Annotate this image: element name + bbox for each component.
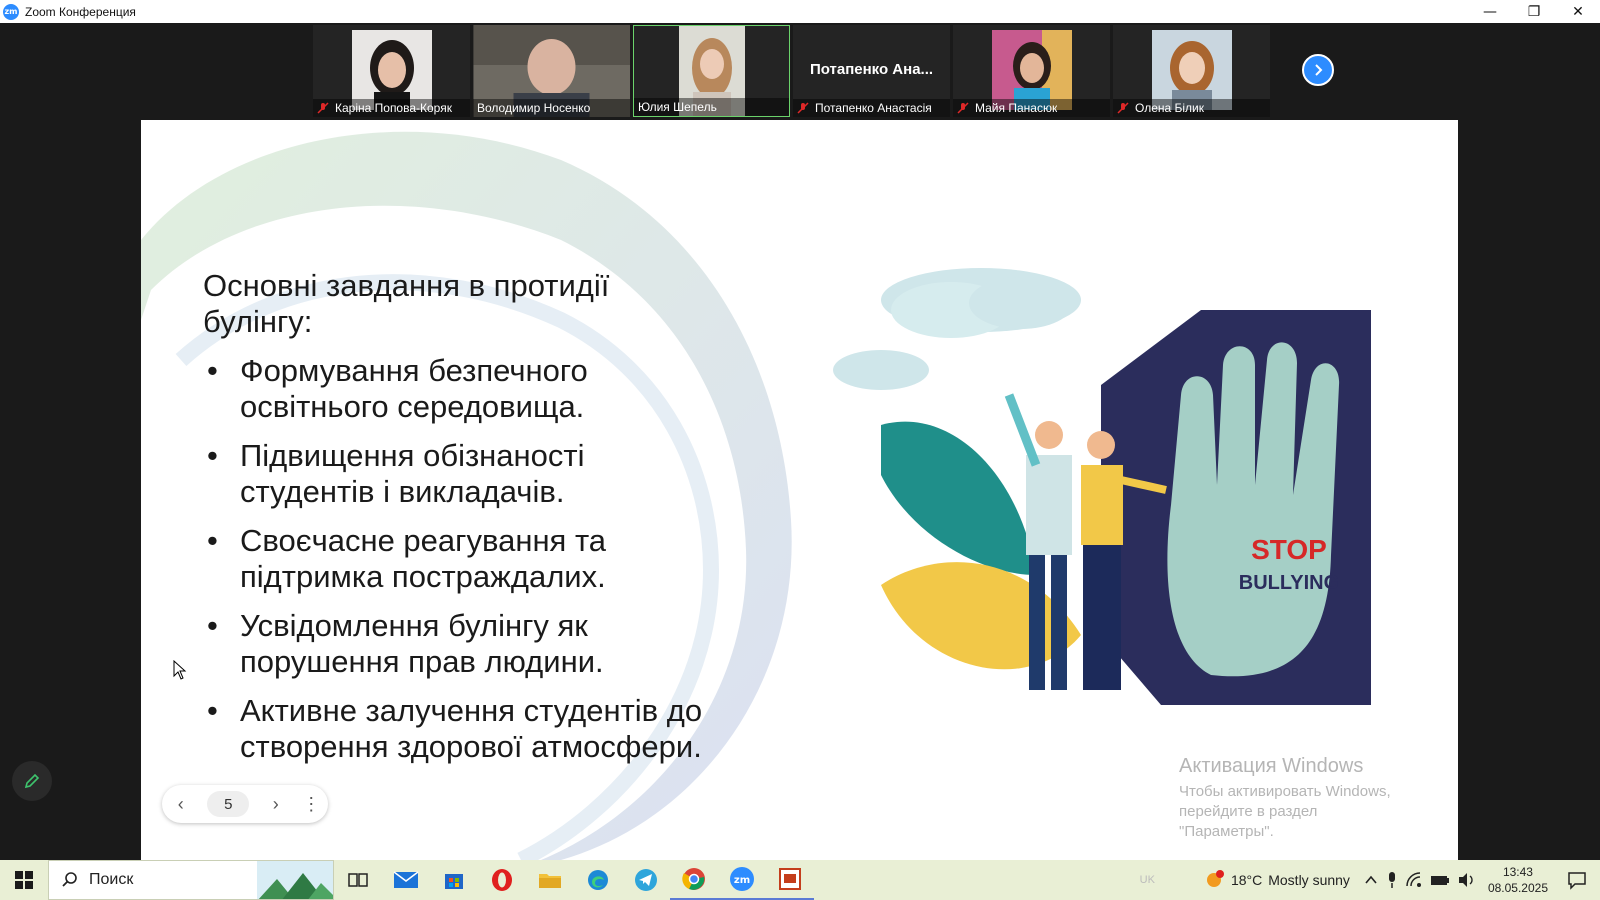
- window-title: Zoom Конференция: [25, 4, 136, 19]
- pencil-icon: [24, 773, 40, 789]
- chevron-up-icon[interactable]: [1364, 873, 1378, 887]
- store-app-button[interactable]: [430, 860, 478, 900]
- participant-display-label: Потапенко Ана...: [809, 61, 934, 78]
- windows-activation-watermark: Активация Windows Чтобы активировать Win…: [1179, 755, 1458, 842]
- muted-mic-icon: [317, 102, 329, 114]
- restore-button[interactable]: ❐: [1512, 0, 1556, 23]
- folder-icon: [539, 874, 561, 888]
- store-icon: [445, 874, 463, 889]
- slide-page-number: 5: [207, 791, 250, 817]
- weather-temperature: 18°C: [1230, 872, 1263, 888]
- stop-text: STOP: [1251, 534, 1327, 565]
- search-icon: [62, 872, 77, 887]
- participant-tile-active-speaker[interactable]: Юлия Шепель: [633, 25, 790, 117]
- clock-date: 08.05.2025: [1487, 881, 1548, 895]
- zoom-logo-icon: zm: [3, 3, 19, 20]
- slide-navigation: ‹ 5 › ⋮: [162, 785, 328, 823]
- opera-icon: [492, 869, 512, 891]
- notification-icon: [1568, 872, 1586, 890]
- windows-taskbar: Поиск zm UK 18°C Mostly sunny 13:43 08.0…: [0, 860, 1600, 900]
- opera-app-button[interactable]: [478, 860, 526, 900]
- slide-bullet: Усвідомлення булінгу як порушення прав л…: [203, 608, 723, 680]
- participant-tile[interactable]: Володимир Носенко: [473, 25, 630, 117]
- weather-description: Mostly sunny: [1268, 872, 1350, 888]
- participant-name: Потапенко Анастасія: [815, 101, 932, 115]
- bullying-text: BULLYING: [1239, 572, 1339, 594]
- slide-heading: Основні завдання в протидії булінгу:: [203, 268, 610, 339]
- battery-icon[interactable]: [1430, 873, 1450, 887]
- next-slide-button[interactable]: ›: [265, 794, 287, 815]
- powerpoint-icon: [779, 868, 801, 890]
- annotate-button[interactable]: [12, 761, 52, 801]
- participant-name: Володимир Носенко: [477, 101, 591, 115]
- volume-icon[interactable]: [1458, 872, 1476, 888]
- powerpoint-app-button[interactable]: [766, 860, 814, 900]
- muted-mic-icon: [957, 102, 969, 114]
- microphone-icon[interactable]: [1386, 871, 1398, 889]
- taskbar-search[interactable]: Поиск: [48, 860, 334, 900]
- participant-name: Каріна Попова-Коряк: [335, 101, 452, 115]
- windows-logo-icon: [15, 871, 33, 889]
- search-highlight-scene-icon: [257, 861, 333, 899]
- weather-widget[interactable]: 18°C Mostly sunny: [1203, 869, 1350, 891]
- edge-app-button[interactable]: [574, 860, 622, 900]
- slide-bullet-list: Формування безпечного освітнього середов…: [203, 353, 723, 778]
- system-tray: UK 18°C Mostly sunny 13:43 08.05.2025: [1140, 860, 1600, 900]
- muted-mic-icon: [797, 102, 809, 114]
- window-titlebar: zm Zoom Конференция — ❐ ✕: [0, 0, 1600, 23]
- participant-video: [1151, 30, 1232, 110]
- network-icon[interactable]: [1406, 872, 1422, 888]
- start-button[interactable]: [0, 860, 48, 900]
- minimize-button[interactable]: —: [1468, 0, 1512, 23]
- clock-time: 13:43: [1502, 865, 1533, 879]
- search-placeholder: Поиск: [89, 871, 134, 888]
- close-button[interactable]: ✕: [1556, 0, 1600, 23]
- participant-tile[interactable]: Олена Білик: [1113, 25, 1270, 117]
- participant-name: Майя Панасюк: [975, 101, 1058, 115]
- language-indicator[interactable]: UK: [1140, 874, 1155, 886]
- participant-tile[interactable]: Потапенко Ана... Потапенко Анастасія: [793, 25, 950, 117]
- chevron-right-icon: [1315, 64, 1323, 76]
- slide-bullet: Своєчасне реагування та підтримка постра…: [203, 523, 723, 595]
- chrome-app-button[interactable]: [670, 860, 718, 900]
- participant-tile[interactable]: Каріна Попова-Коряк: [313, 25, 470, 117]
- activation-line-2: "Параметры".: [1179, 823, 1274, 840]
- previous-slide-button[interactable]: ‹: [170, 794, 192, 815]
- participant-name: Юлия Шепель: [638, 100, 717, 114]
- stop-bullying-illustration: STOP BULLYING: [833, 268, 1371, 705]
- file-explorer-button[interactable]: [526, 860, 574, 900]
- task-view-button[interactable]: [334, 860, 382, 900]
- participant-video: [991, 30, 1072, 110]
- slide-bullet: Підвищення обізнаності студентів і викла…: [203, 438, 723, 510]
- telegram-icon: [635, 869, 657, 891]
- notifications-button[interactable]: [1562, 870, 1592, 890]
- svg-text:zm: zm: [734, 875, 750, 886]
- participant-name: Олена Білик: [1135, 101, 1205, 115]
- participant-tile[interactable]: Майя Панасюк: [953, 25, 1110, 117]
- activation-title: Активация Windows: [1179, 755, 1364, 777]
- chrome-icon: [682, 868, 705, 890]
- zoom-icon: zm: [730, 867, 754, 891]
- slide-bullet: Активне залучення студентів до створення…: [203, 693, 723, 765]
- participant-video: [351, 30, 432, 110]
- weather-sun-icon: [1206, 870, 1224, 887]
- slide-bullet: Формування безпечного освітнього середов…: [203, 353, 723, 425]
- taskbar-clock[interactable]: 13:43 08.05.2025: [1488, 864, 1548, 896]
- edge-icon: [588, 870, 608, 890]
- shared-slide: Основні завдання в протидії булінгу: Фор…: [141, 120, 1458, 860]
- telegram-app-button[interactable]: [622, 860, 670, 900]
- muted-mic-icon: [1117, 102, 1129, 114]
- mail-icon: [393, 871, 419, 888]
- participant-strip: Каріна Попова-Коряк Володимир Носенко Юл…: [313, 25, 1270, 117]
- mail-app-button[interactable]: [382, 860, 430, 900]
- activation-line-1: Чтобы активировать Windows, перейдите в …: [1179, 783, 1391, 820]
- task-view-icon: [348, 873, 368, 887]
- more-options-icon[interactable]: ⋮: [302, 794, 320, 815]
- meeting-area: Каріна Попова-Коряк Володимир Носенко Юл…: [0, 23, 1600, 860]
- next-participants-button[interactable]: [1302, 54, 1334, 86]
- zoom-app-button[interactable]: zm: [718, 860, 766, 900]
- mouse-cursor-icon: [173, 660, 187, 680]
